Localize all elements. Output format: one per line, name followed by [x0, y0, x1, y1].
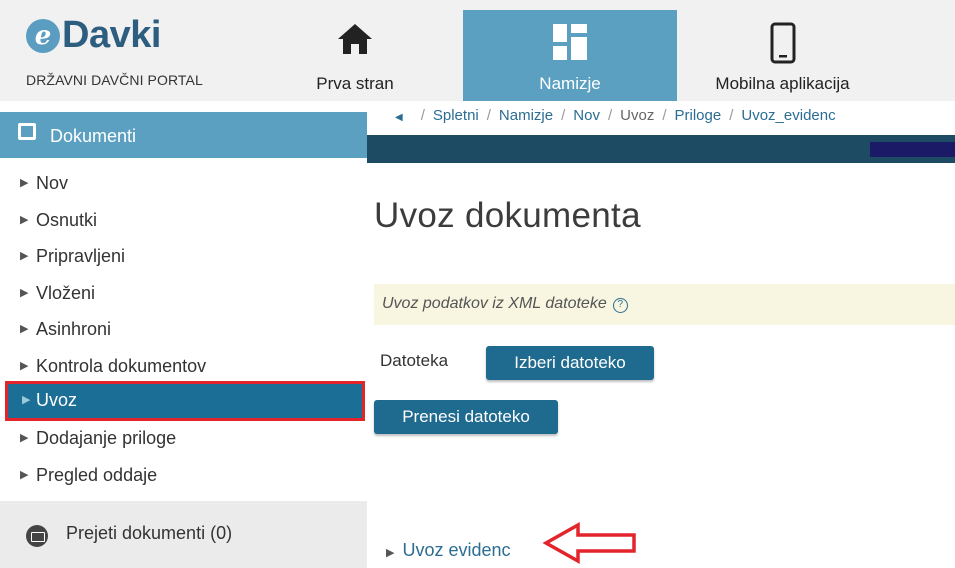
sidebar-item-label: Vloženi — [36, 282, 96, 303]
breadcrumb-separator: / — [662, 107, 667, 124]
caret-right-icon: ▶ — [20, 432, 29, 444]
inbox-icon — [18, 123, 36, 140]
sidebar-item-label: Uvoz — [36, 390, 78, 410]
sidebar-item-nov[interactable]: ▶ Nov — [0, 165, 367, 202]
sidebar-item-vlozeni[interactable]: ▶ Vloženi — [0, 275, 367, 312]
sidebar-item-osnutki[interactable]: ▶ Osnutki — [0, 202, 367, 239]
help-icon[interactable]: ? — [612, 298, 628, 313]
sidebar-item-dodajanje-priloge[interactable]: ▶ Dodajanje priloge — [0, 420, 367, 457]
breadcrumb-separator: / — [729, 107, 734, 124]
sidebar-item-label: Pregled oddaje — [36, 464, 158, 485]
caret-right-icon: ▶ — [20, 323, 29, 335]
redacted-block — [870, 142, 955, 157]
caret-right-icon: ▶ — [20, 250, 29, 262]
caret-right-icon: ▶ — [20, 177, 29, 189]
import-records-link[interactable]: ▶ Uvoz evidenc — [386, 540, 511, 561]
breadcrumb-back-icon[interactable]: ◀ — [395, 112, 403, 123]
mobile-phone-icon — [770, 22, 796, 69]
upload-file-button[interactable]: Prenesi datoteko — [374, 400, 558, 434]
sidebar: Dokumenti ▶ Nov ▶ Osnutki ▶ Pripravljeni ▶ V… — [0, 101, 367, 568]
file-label: Datoteka — [380, 351, 449, 370]
sidebar-item-label: Kontrola dokumentov — [36, 355, 207, 376]
davki-logo[interactable]: e Davki — [26, 14, 161, 57]
import-records-label: Uvoz evidenc — [402, 540, 511, 560]
info-banner: Uvoz podatkov iz XML datoteke? — [374, 284, 955, 325]
choose-file-button[interactable]: Izberi datoteko — [486, 346, 654, 380]
breadcrumb-item-spletni[interactable]: Spletni — [433, 107, 479, 124]
nav-desktop-label: Namizje — [539, 74, 601, 93]
sidebar-item-asinhroni[interactable]: ▶ Asinhroni — [0, 311, 367, 348]
caret-right-icon: ▶ — [22, 394, 31, 406]
dashboard-icon — [553, 24, 587, 65]
content-top-bar — [367, 135, 955, 163]
breadcrumb-separator: / — [607, 107, 613, 124]
sidebar-received-documents[interactable]: Prejeti dokumenti (0) — [0, 501, 367, 568]
sidebar-menu: ▶ Nov ▶ Osnutki ▶ Pripravljeni ▶ Vloženi ▶ As… — [0, 165, 367, 493]
breadcrumb-item-uvoz: Uvoz — [620, 107, 655, 124]
nav-home-label: Prva stran — [316, 74, 394, 93]
sidebar-header-label: Dokumenti — [50, 126, 137, 146]
breadcrumb-separator: / — [561, 107, 566, 124]
sidebar-item-label: Pripravljeni — [36, 246, 126, 266]
breadcrumb-item-namizje[interactable]: Namizje — [499, 107, 553, 124]
breadcrumb-item-uvoz-evidenc[interactable]: Uvoz_evidenc — [741, 107, 835, 124]
caret-right-icon: ▶ — [386, 547, 395, 559]
sidebar-item-kontrola-dokumentov[interactable]: ▶ Kontrola dokumentov — [0, 348, 367, 385]
sidebar-item-label: Asinhroni — [36, 319, 112, 339]
received-documents-label: Prejeti dokumenti (0) — [66, 523, 233, 543]
nav-home[interactable]: Prva stran — [295, 0, 415, 101]
logo-e-icon: e — [26, 18, 60, 53]
sidebar-item-label: Dodajanje priloge — [36, 428, 177, 448]
envelope-icon — [26, 525, 48, 547]
logo-subtitle: DRŽAVNI DAVČNI PORTAL — [26, 72, 203, 88]
sidebar-item-label: Nov — [36, 173, 69, 193]
sidebar-item-label: Osnutki — [36, 209, 98, 230]
home-icon — [336, 22, 374, 61]
sidebar-item-uvoz[interactable]: ▶ Uvoz — [5, 381, 365, 421]
nav-mobile-label: Mobilna aplikacija — [715, 74, 850, 93]
info-text: Uvoz podatkov iz XML datoteke — [382, 295, 607, 312]
caret-right-icon: ▶ — [20, 286, 29, 299]
sidebar-item-pripravljeni[interactable]: ▶ Pripravljeni — [0, 238, 367, 275]
caret-right-icon: ▶ — [20, 359, 29, 372]
logo-text: Davki — [62, 14, 161, 56]
caret-right-icon: ▶ — [20, 213, 29, 226]
top-header: e Davki DRŽAVNI DAVČNI PORTAL Prva stran … — [0, 0, 955, 101]
breadcrumb-item-nov[interactable]: Nov — [573, 107, 600, 124]
caret-right-icon: ▶ — [20, 468, 29, 481]
breadcrumb: ◀ / Spletni / Namizje / Nov / Uvoz / Priloge / Uvoz_… — [367, 101, 955, 135]
breadcrumb-separator: / — [420, 107, 425, 124]
breadcrumb-item-priloge[interactable]: Priloge — [675, 107, 722, 124]
sidebar-header-documents[interactable]: Dokumenti — [0, 112, 367, 158]
breadcrumb-separator: / — [486, 107, 491, 124]
red-arrow-annotation — [542, 522, 636, 564]
nav-mobile-app[interactable]: Mobilna aplikacija — [690, 0, 875, 101]
sidebar-item-pregled-oddaje[interactable]: ▶ Pregled oddaje — [0, 457, 367, 494]
nav-desktop[interactable]: Namizje — [463, 10, 677, 101]
page-title: Uvoz dokumenta — [374, 196, 641, 235]
